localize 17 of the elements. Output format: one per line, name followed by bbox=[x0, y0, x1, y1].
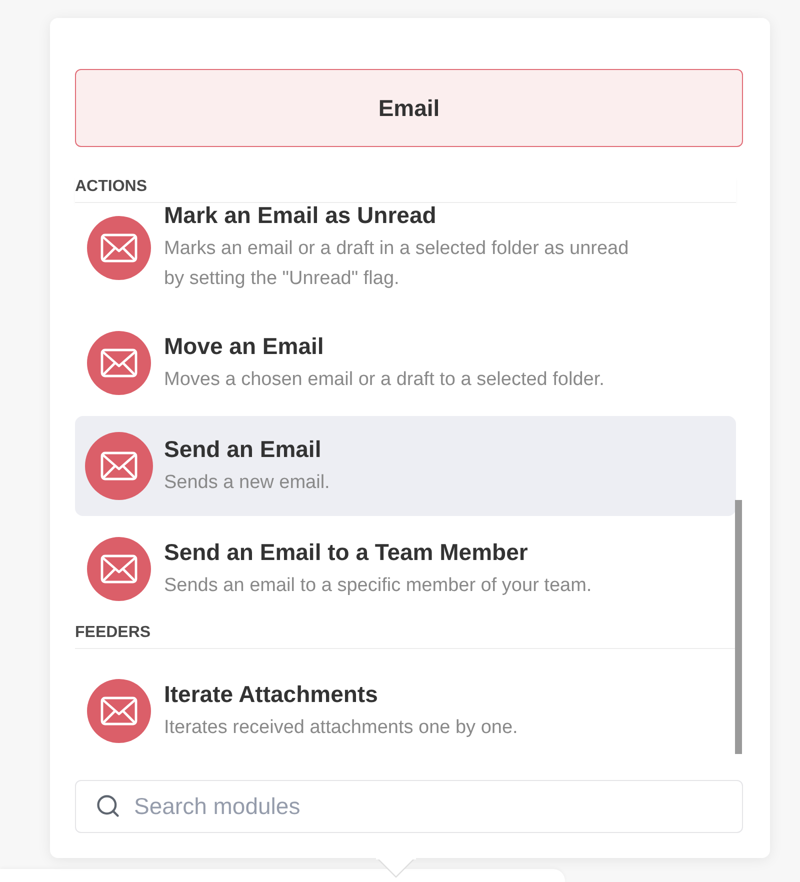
search-field[interactable]: Search modules bbox=[75, 780, 743, 833]
section-heading: FEEDERS bbox=[75, 623, 152, 643]
module-title: Mark an Email as Unread bbox=[164, 203, 438, 229]
module-title: Send an Email bbox=[164, 434, 322, 462]
module-title: Iterate Attachments bbox=[164, 680, 379, 708]
module-description: Sends a new email. bbox=[164, 470, 330, 494]
app-name-banner: Email bbox=[75, 69, 743, 147]
module-description: Moves a chosen email or a draft to a selected folder. bbox=[164, 368, 604, 392]
scrollbar-thumb[interactable] bbox=[735, 500, 742, 754]
module-description: Sends an email to a specific member of your team. bbox=[164, 574, 592, 598]
module-title: Move an Email bbox=[164, 332, 325, 360]
section-heading: ACTIONS bbox=[75, 177, 148, 197]
module-title: Send an Email to a Team Member bbox=[164, 538, 529, 566]
module-list-item[interactable]: Send an Email Sends a new email. bbox=[75, 416, 736, 516]
module-description: Marks an email or a draft in a selected folder as unread by setting the "Unread" flag. bbox=[164, 237, 630, 291]
search-icon bbox=[95, 793, 121, 819]
module-description: Iterates received attachments one by one. bbox=[164, 716, 518, 740]
